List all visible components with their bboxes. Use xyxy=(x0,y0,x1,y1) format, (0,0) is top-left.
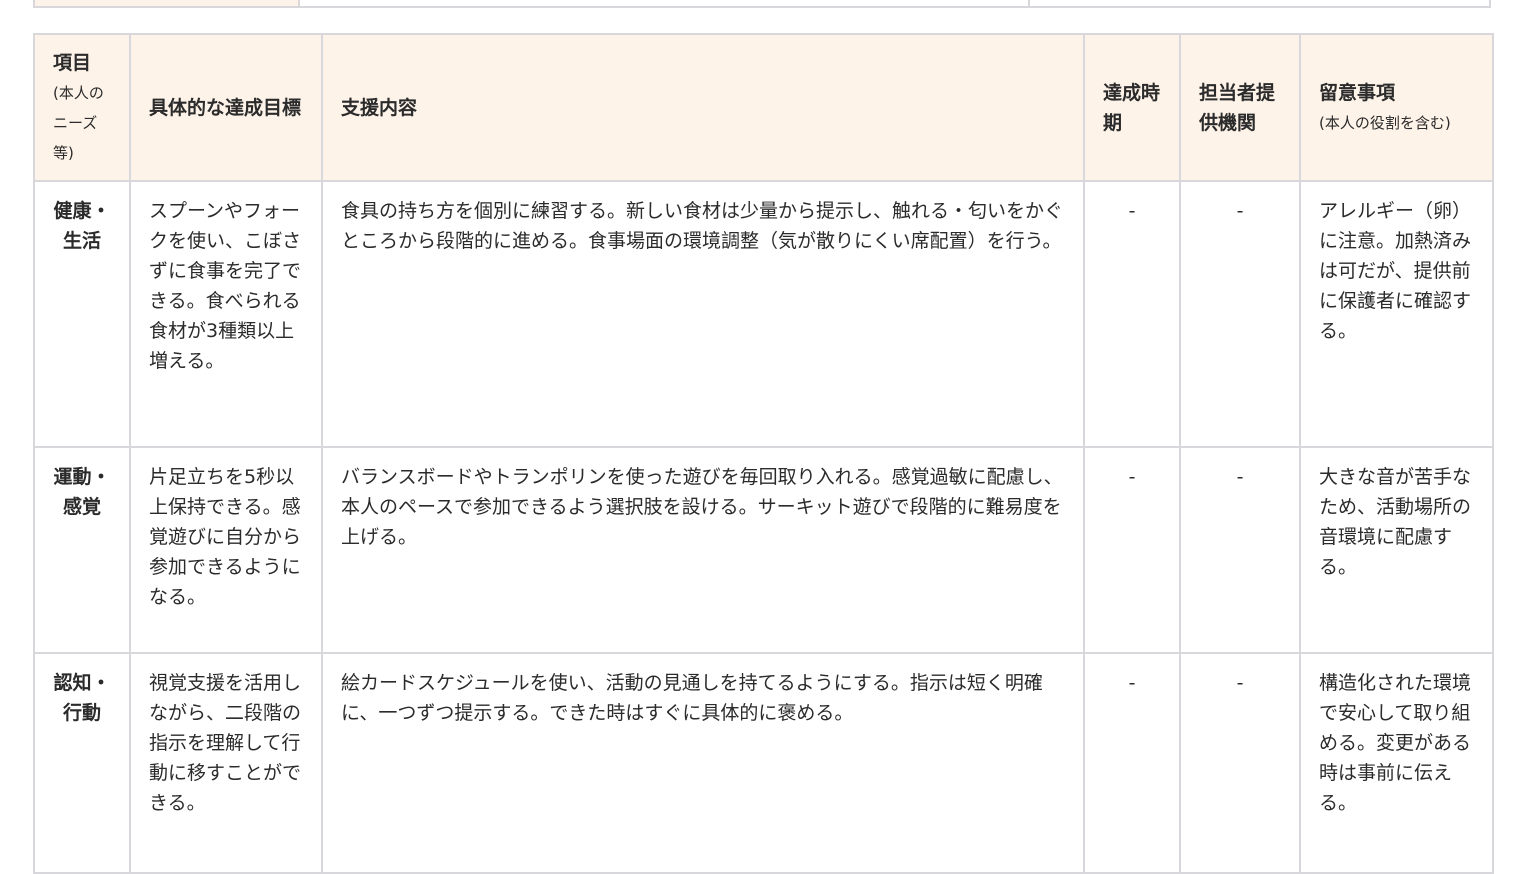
row-goal: スプーンやフォークを使い、こぼさずに食事を完了できる。食べられる食材が3種類以上… xyxy=(129,180,323,448)
table-header-row: 項目 (本人のニーズ等) 具体的な達成目標 支援内容 達成時期 担当者提供機関 … xyxy=(33,33,1494,182)
header-item: 項目 (本人のニーズ等) xyxy=(33,33,131,182)
row-provider: - xyxy=(1179,652,1301,874)
previous-table-bottom xyxy=(33,0,1491,8)
row-notes: アレルギー（卵）に注意。加熱済みは可だが、提供前に保護者に確認する。 xyxy=(1299,180,1494,448)
row-goal: 片足立ちを5秒以上保持できる。感覚遊びに自分から参加できるようになる。 xyxy=(129,446,323,654)
header-notes-label: 留意事項 xyxy=(1319,81,1396,104)
row-support: バランスボードやトランポリンを使った遊びを毎回取り入れる。感覚過敏に配慮し、本人… xyxy=(321,446,1085,654)
row-provider: - xyxy=(1179,446,1301,654)
table-row: 健康・生活 スプーンやフォークを使い、こぼさずに食事を完了できる。食べられる食材… xyxy=(33,180,1494,448)
row-support: 食具の持ち方を個別に練習する。新しい食材は少量から提示し、触れる・匂いをかぐとこ… xyxy=(321,180,1085,448)
row-item: 認知・行動 xyxy=(33,652,131,874)
previous-table-divider xyxy=(1028,0,1030,6)
row-period: - xyxy=(1083,180,1181,448)
support-plan-table: 項目 (本人のニーズ等) 具体的な達成目標 支援内容 達成時期 担当者提供機関 … xyxy=(33,33,1494,874)
row-notes: 構造化された環境で安心して取り組める。変更がある時は事前に伝える。 xyxy=(1299,652,1494,874)
header-item-sub: (本人のニーズ等) xyxy=(53,83,104,162)
row-item: 健康・生活 xyxy=(33,180,131,448)
row-notes: 大きな音が苦手なため、活動場所の音環境に配慮する。 xyxy=(1299,446,1494,654)
table-row: 認知・行動 視覚支援を活用しながら、二段階の指示を理解して行動に移すことができる… xyxy=(33,652,1494,874)
table-row: 運動・感覚 片足立ちを5秒以上保持できる。感覚遊びに自分から参加できるようになる… xyxy=(33,446,1494,654)
header-notes-sub: (本人の役割を含む) xyxy=(1319,113,1451,132)
header-period: 達成時期 xyxy=(1083,33,1181,182)
header-notes: 留意事項 (本人の役割を含む) xyxy=(1299,33,1494,182)
header-support: 支援内容 xyxy=(321,33,1085,182)
row-support: 絵カードスケジュールを使い、活動の見通しを持てるようにする。指示は短く明確に、一… xyxy=(321,652,1085,874)
row-period: - xyxy=(1083,652,1181,874)
row-goal: 視覚支援を活用しながら、二段階の指示を理解して行動に移すことができる。 xyxy=(129,652,323,874)
row-provider: - xyxy=(1179,180,1301,448)
row-period: - xyxy=(1083,446,1181,654)
row-item: 運動・感覚 xyxy=(33,446,131,654)
header-item-label: 項目 xyxy=(53,51,92,74)
header-provider: 担当者提供機関 xyxy=(1179,33,1301,182)
header-goal: 具体的な達成目標 xyxy=(129,33,323,182)
previous-table-cell xyxy=(35,0,300,6)
